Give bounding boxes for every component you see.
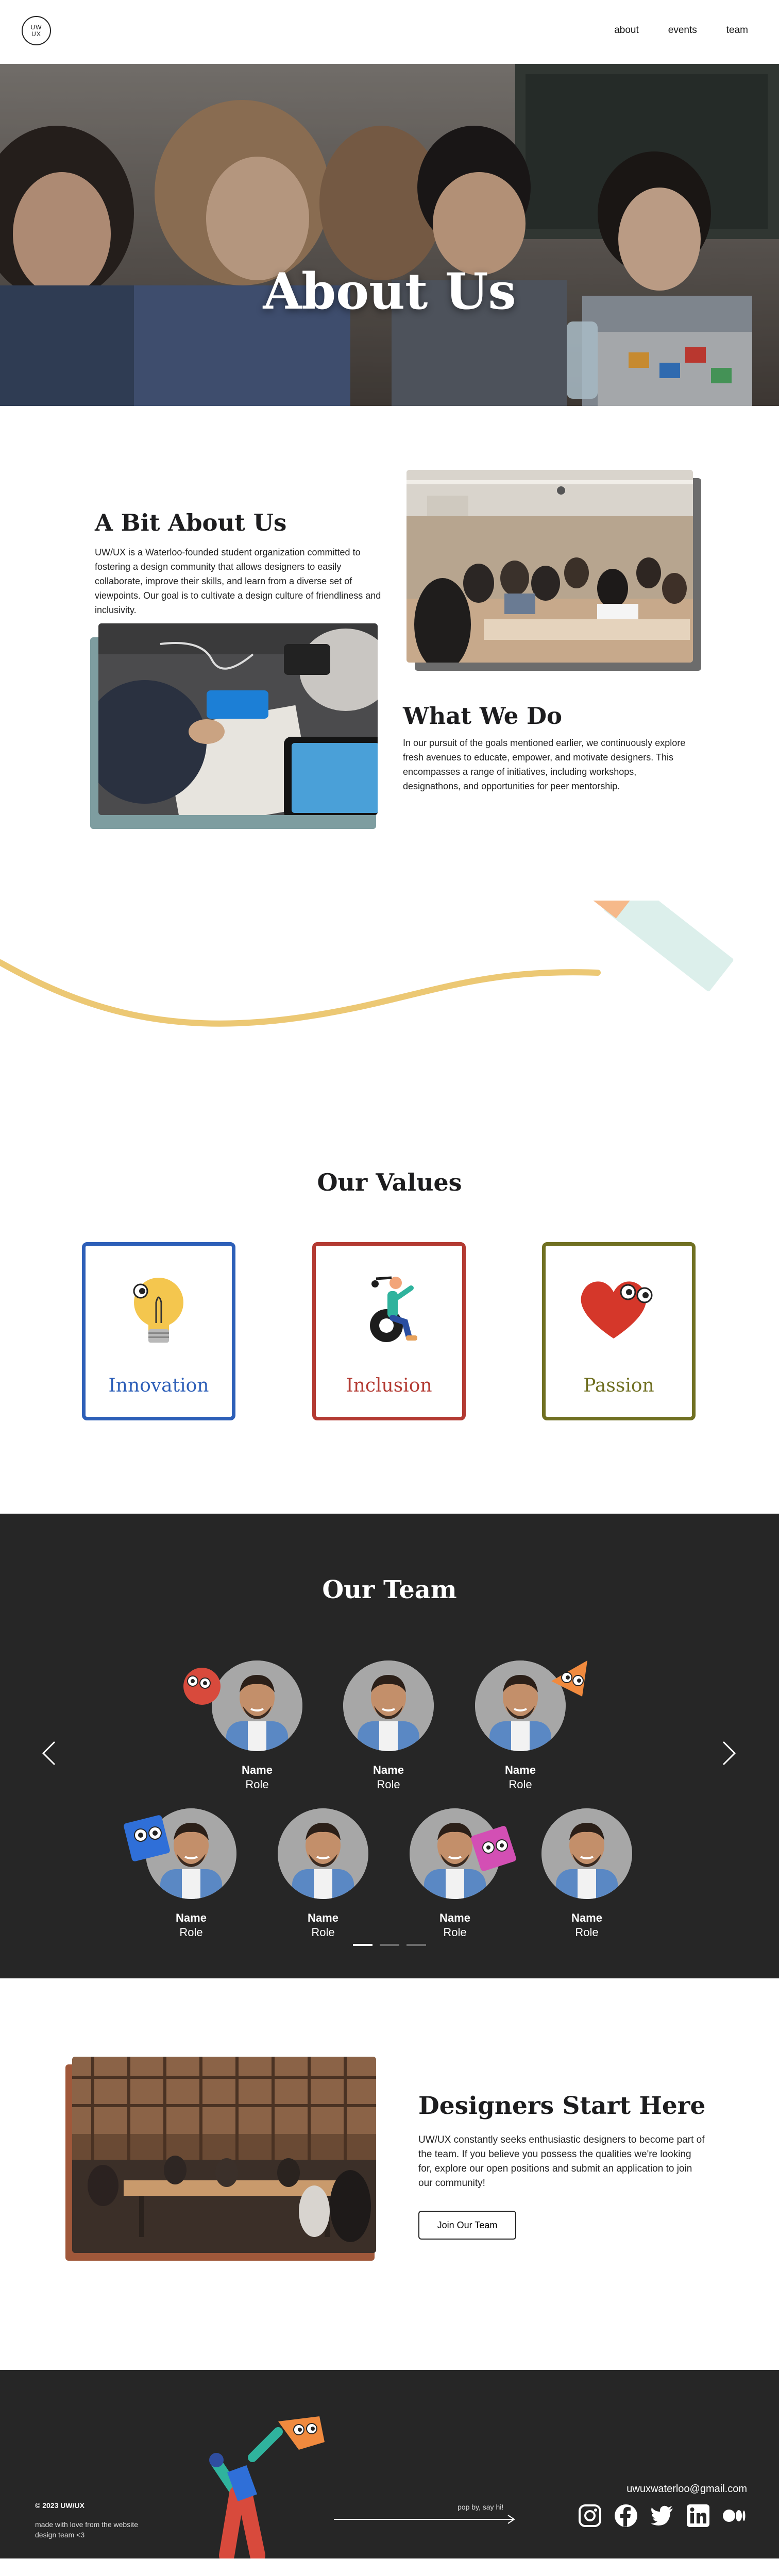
carousel-dot-3[interactable] (407, 1944, 426, 1946)
footer-email-link[interactable]: uwuxwaterloo@gmail.com (626, 2483, 747, 2495)
nav-links: about events team (614, 25, 748, 36)
team-member-card[interactable]: Name Role (277, 1808, 369, 1939)
team-member-card[interactable]: Name Role (540, 1808, 633, 1939)
value-card-inclusion: Inclusion (312, 1242, 466, 1420)
heart-icon (581, 1281, 653, 1338)
member-avatar (343, 1660, 434, 1751)
pink-square-character-icon (471, 1826, 516, 1871)
team-member-card[interactable]: Name Role (211, 1660, 303, 1791)
linkedin-icon[interactable] (685, 2503, 711, 2529)
nav-link-events[interactable]: events (668, 25, 697, 36)
instagram-icon[interactable] (577, 2503, 603, 2529)
team-section: Our Team Name Role Name Role Name Role Name Rol… (0, 1514, 779, 1978)
whatwedo-body: In our pursuit of the goals mentioned ea… (403, 738, 686, 791)
logo-bottom-text: UX (31, 30, 41, 38)
carousel-dots (353, 1944, 426, 1946)
logo-top-text: UW (30, 23, 42, 31)
hero-banner: About Us (0, 64, 779, 406)
orange-triangle-character-icon (551, 1660, 587, 1697)
join-photo (72, 2057, 376, 2253)
member-name: Name (505, 1764, 536, 1776)
member-name: Name (308, 1911, 338, 1924)
hero-photo (0, 64, 779, 406)
member-name: Name (439, 1911, 470, 1924)
member-role: Role (245, 1778, 269, 1791)
nav-link-about[interactable]: about (614, 25, 639, 36)
carousel-dot-1[interactable] (353, 1944, 372, 1946)
values-section: Our Values Innovation Inclusion Passion (0, 998, 779, 1514)
member-role: Role (377, 1778, 400, 1791)
member-avatar (278, 1808, 368, 1899)
arrow-right-icon (334, 2515, 515, 2524)
about-body: UW/UX is a Waterloo-founded student orga… (95, 547, 381, 615)
value-card-innovation: Innovation (82, 1242, 235, 1420)
value-label-innovation: Innovation (108, 1375, 209, 1396)
join-body: UW/UX constantly seeks enthusiastic desi… (418, 2134, 705, 2189)
blue-square-character-icon (124, 1815, 170, 1861)
member-name: Name (373, 1764, 404, 1776)
twitter-icon[interactable] (649, 2503, 675, 2529)
member-role: Role (179, 1926, 203, 1939)
value-label-passion: Passion (583, 1375, 654, 1396)
top-nav: UW UX about events team (0, 0, 779, 64)
about-heading: A Bit About Us (95, 509, 287, 536)
member-avatar (541, 1808, 632, 1899)
team-heading: Our Team (322, 1575, 457, 1604)
footer-mascot-illustration (209, 2416, 325, 2558)
social-links (577, 2503, 747, 2529)
facebook-icon[interactable] (613, 2503, 639, 2529)
hero-title: About Us (263, 262, 516, 320)
red-blob-character-icon (183, 1668, 221, 1705)
whatwedo-photo (98, 623, 378, 815)
join-heading: Designers Start Here (418, 2092, 706, 2120)
carousel-next-arrow-icon[interactable] (721, 1740, 737, 1766)
member-role: Role (311, 1926, 335, 1939)
nav-link-team[interactable]: team (726, 25, 748, 36)
member-name: Name (571, 1911, 602, 1924)
medium-icon[interactable] (721, 2503, 747, 2529)
carousel-dot-2[interactable] (380, 1944, 399, 1946)
about-section: A Bit About Us UW/UX is a Waterloo-found… (0, 406, 779, 1027)
about-photo (407, 470, 693, 663)
footer-copyright: © 2023 UW/UX (35, 2501, 84, 2510)
join-our-team-button[interactable]: Join Our Team (418, 2211, 516, 2240)
value-label-inclusion: Inclusion (346, 1375, 432, 1396)
whatwedo-heading: What We Do (403, 702, 563, 730)
member-name: Name (176, 1911, 207, 1924)
footer-pop-by: pop by, say hi! (458, 2503, 504, 2511)
join-section: Designers Start Here UW/UX constantly se… (0, 1978, 779, 2370)
footer-made-with: made with love from the website design t… (35, 2520, 138, 2539)
lightbulb-icon (133, 1278, 183, 1343)
team-member-card[interactable]: Name Role (342, 1660, 435, 1791)
carousel-prev-arrow-icon[interactable] (41, 1740, 57, 1766)
values-heading: Our Values (317, 1168, 462, 1196)
footer: © 2023 UW/UX made with love from the web… (0, 2370, 779, 2558)
member-role: Role (443, 1926, 467, 1939)
member-avatar (212, 1660, 302, 1751)
value-card-passion: Passion (542, 1242, 696, 1420)
member-role: Role (575, 1926, 599, 1939)
member-name: Name (242, 1764, 273, 1776)
uwux-logo[interactable]: UW UX (22, 16, 51, 45)
wheelchair-icon (370, 1276, 417, 1342)
member-role: Role (509, 1778, 532, 1791)
